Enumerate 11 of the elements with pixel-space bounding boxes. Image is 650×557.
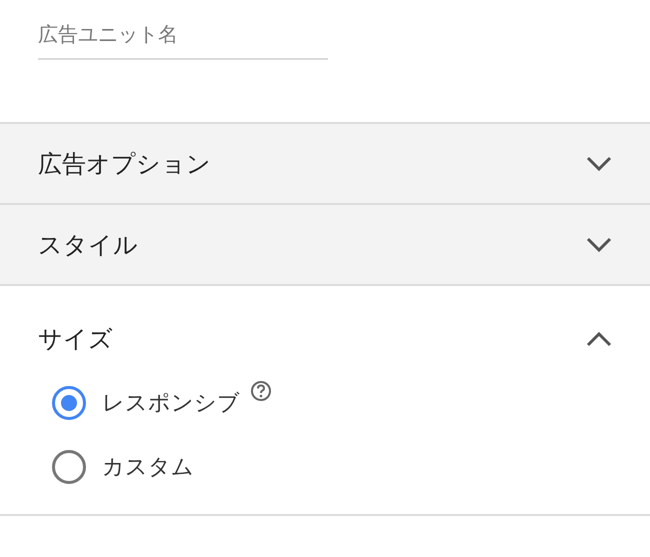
section-title: スタイル bbox=[38, 230, 138, 260]
ad-unit-name-field[interactable]: 広告ユニット名 bbox=[38, 18, 328, 60]
radio-label: レスポンシブ bbox=[102, 390, 240, 418]
section-title: 広告オプション bbox=[38, 148, 211, 180]
radio-button[interactable] bbox=[52, 450, 86, 484]
section-header[interactable]: スタイル bbox=[0, 205, 650, 284]
help-icon[interactable] bbox=[250, 380, 272, 402]
section-title: サイズ bbox=[38, 324, 113, 355]
radio-button[interactable] bbox=[52, 386, 86, 420]
radio-label: カスタム bbox=[102, 454, 194, 482]
section-header[interactable]: 広告オプション bbox=[0, 124, 650, 203]
